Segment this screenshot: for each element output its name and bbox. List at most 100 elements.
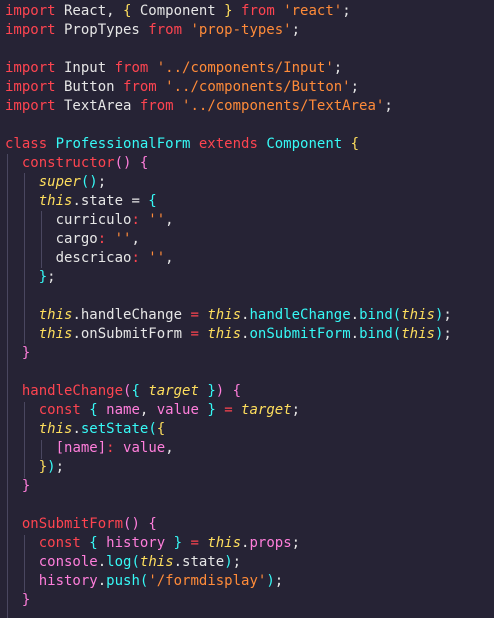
code-token: , xyxy=(165,212,174,228)
code-line: handleChange({ target }) { xyxy=(5,382,241,401)
code-token: ) xyxy=(47,459,56,475)
code-token: () xyxy=(123,516,140,532)
code-token: constructor xyxy=(21,155,115,171)
code-token: ; xyxy=(342,3,351,19)
code-token: '/formdisplay' xyxy=(148,573,267,589)
code-token: from xyxy=(114,60,157,76)
code-token: ; xyxy=(333,60,343,76)
code-token: value xyxy=(114,440,166,456)
code-token: . xyxy=(97,573,107,589)
code-token: { xyxy=(131,383,140,399)
code-token: '' xyxy=(139,250,166,266)
code-token: ProfessionalForm xyxy=(47,136,191,152)
code-token: props xyxy=(249,535,292,551)
code-token: { xyxy=(232,383,242,399)
code-token: this xyxy=(139,554,174,570)
code-token: class xyxy=(5,136,48,152)
code-line: import Button from '../components/Button… xyxy=(5,78,359,97)
code-token: [ xyxy=(55,440,65,456)
code-token: Component xyxy=(131,3,225,19)
code-token: ; xyxy=(274,573,284,589)
code-token: handleChange xyxy=(21,383,124,399)
code-token: ; xyxy=(55,459,65,475)
code-token: this xyxy=(38,307,73,323)
code-token: } xyxy=(207,383,216,399)
code-token: . xyxy=(350,307,360,323)
code-token: console xyxy=(38,554,98,570)
code-token: 'react' xyxy=(283,3,343,19)
code-token: } xyxy=(173,535,183,551)
code-token: { xyxy=(148,193,157,209)
code-token: const xyxy=(38,535,90,551)
code-token: this xyxy=(198,307,242,323)
code-line: this.setState({ xyxy=(5,420,165,439)
code-line: onSubmitForm() { xyxy=(5,515,157,534)
code-token: this xyxy=(38,326,73,342)
code-token: } xyxy=(38,459,48,475)
code-token: : xyxy=(106,440,115,456)
code-token: , xyxy=(139,402,157,418)
code-token: this xyxy=(38,421,73,437)
code-token: from xyxy=(148,22,191,38)
code-token: { xyxy=(350,136,360,152)
code-token: } xyxy=(21,345,31,361)
code-token: ; xyxy=(443,307,452,323)
code-token: { xyxy=(89,402,98,418)
code-token: target xyxy=(139,383,208,399)
code-token: super xyxy=(38,174,81,190)
code-token: '../components/TextArea' xyxy=(182,98,385,114)
code-token: } xyxy=(38,269,48,285)
code-token: () xyxy=(80,174,98,190)
code-line: }); xyxy=(5,458,64,477)
code-token: = xyxy=(182,535,199,551)
code-token: '../components/Button' xyxy=(165,79,351,95)
code-token: ( xyxy=(148,421,157,437)
code-token: , xyxy=(131,231,140,247)
code-token: history xyxy=(97,535,174,551)
code-line: descricao: '', xyxy=(5,249,174,268)
code-token: Input xyxy=(55,60,115,76)
code-token: ) xyxy=(266,573,275,589)
code-line: } xyxy=(5,477,30,496)
code-line: super(); xyxy=(5,173,106,192)
code-token: name xyxy=(64,440,98,456)
code-token: : xyxy=(97,231,107,247)
code-line: }; xyxy=(5,268,56,287)
code-token: : xyxy=(131,212,140,228)
code-token: ; xyxy=(291,402,301,418)
code-token: () xyxy=(114,155,132,171)
code-token: } xyxy=(21,478,31,494)
code-line: this.state = { xyxy=(5,192,157,211)
code-token: from xyxy=(232,3,284,19)
code-token: history xyxy=(38,573,98,589)
code-token: this xyxy=(401,326,435,342)
code-token: { xyxy=(89,535,98,551)
code-token: } xyxy=(21,592,31,608)
code-editor[interactable]: import React, { Component } from 'react'… xyxy=(0,0,494,618)
code-token: onSubmitForm xyxy=(249,326,351,342)
code-token: this xyxy=(198,535,242,551)
code-token: ) xyxy=(224,554,233,570)
code-token: '' xyxy=(106,231,132,247)
code-token: ; xyxy=(291,22,301,38)
code-token: const xyxy=(38,402,90,418)
code-token: . xyxy=(350,326,360,342)
code-token: bind xyxy=(359,307,393,323)
code-token: import xyxy=(5,22,56,38)
code-token: this xyxy=(38,193,73,209)
